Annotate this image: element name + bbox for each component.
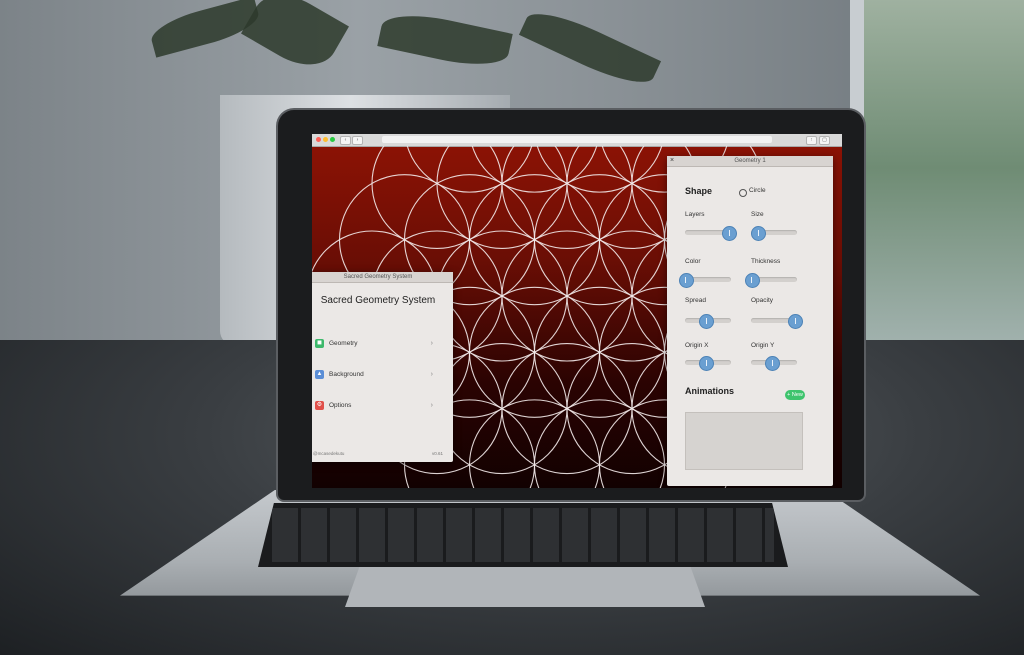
color-slider-knob[interactable] xyxy=(678,273,694,288)
version-label: v0.61 xyxy=(431,451,443,456)
thickness-label: Thickness xyxy=(751,258,781,265)
geometry-circle xyxy=(406,146,533,193)
geometry-circle xyxy=(533,399,666,488)
spread-label: Spread xyxy=(685,297,706,304)
color-slider[interactable] xyxy=(678,273,731,288)
shape-label: Shape xyxy=(685,186,713,196)
menu-item-label: Background xyxy=(329,370,364,378)
animations-list[interactable] xyxy=(685,412,803,470)
origin-y-slider-knob[interactable] xyxy=(765,356,781,371)
geometry-circle xyxy=(371,146,503,249)
size-slider-knob[interactable] xyxy=(751,226,767,241)
geometry-panel: × Geometry 1 Shape Circle Layers Size Colo… xyxy=(667,156,833,486)
maximize-dot-icon[interactable] xyxy=(330,137,335,142)
geometry-circle xyxy=(501,146,633,249)
panel-title: Geometry 1 xyxy=(734,158,766,164)
spread-slider-knob[interactable] xyxy=(699,314,715,329)
layers-slider-knob[interactable] xyxy=(722,226,738,241)
thickness-slider[interactable] xyxy=(744,273,797,288)
opacity-slider-knob[interactable] xyxy=(788,314,804,329)
opacity-label: Opacity xyxy=(751,297,774,304)
app-heading: Sacred Geometry System xyxy=(320,295,436,306)
chevron-right-icon: › xyxy=(430,370,433,378)
origin-y-slider[interactable] xyxy=(751,356,797,371)
spread-slider[interactable] xyxy=(685,314,731,329)
origin-y-label: Origin Y xyxy=(751,342,775,349)
author-link[interactable]: @mcasedekutu xyxy=(313,451,344,456)
geometry-icon: ◼ xyxy=(315,338,324,348)
layers-slider[interactable] xyxy=(685,226,738,241)
size-slider[interactable] xyxy=(751,226,797,241)
menu-item-options[interactable]: ⚙ Options › xyxy=(315,398,433,412)
laptop-screen: ‹ › ↑ ▢ × Sacred Geometry System Sacred … xyxy=(312,134,842,488)
keyboard xyxy=(258,503,788,567)
geometry-circle xyxy=(436,146,568,249)
new-animation-button[interactable]: + New xyxy=(785,390,805,400)
geometry-circle xyxy=(471,146,598,193)
panel-footer: @mcasedekutu v0.61 xyxy=(313,451,443,456)
chevron-right-icon: › xyxy=(430,401,433,409)
address-bar[interactable] xyxy=(382,136,772,143)
sacred-geometry-panel: × Sacred Geometry System Sacred Geometry… xyxy=(312,272,453,462)
origin-x-label: Origin X xyxy=(685,342,709,349)
geometry-circle xyxy=(468,399,601,488)
animations-label: Animations xyxy=(685,386,735,396)
menu-item-label: Options xyxy=(329,401,352,409)
share-button[interactable]: ↑ xyxy=(806,136,817,145)
close-icon[interactable]: × xyxy=(670,156,674,166)
minimize-dot-icon[interactable] xyxy=(323,137,328,142)
geometry-circle xyxy=(536,146,663,193)
forward-button[interactable]: › xyxy=(352,136,363,145)
thickness-slider-knob[interactable] xyxy=(744,273,760,288)
image-icon: ▲ xyxy=(315,369,324,379)
panel-titlebar[interactable]: × Sacred Geometry System xyxy=(312,272,453,283)
close-dot-icon[interactable] xyxy=(316,137,321,142)
back-button[interactable]: ‹ xyxy=(340,136,351,145)
circle-radio[interactable] xyxy=(739,189,747,197)
menu-item-background[interactable]: ▲ Background › xyxy=(315,367,433,381)
options-icon: ⚙ xyxy=(315,400,324,410)
chevron-right-icon: › xyxy=(430,339,433,347)
tabs-button[interactable]: ▢ xyxy=(819,136,830,145)
opacity-slider[interactable] xyxy=(751,314,804,329)
panel-titlebar[interactable]: × Geometry 1 xyxy=(667,156,833,167)
circle-radio-label: Circle xyxy=(749,187,766,194)
menu-item-geometry[interactable]: ◼ Geometry › xyxy=(315,336,433,350)
origin-x-slider[interactable] xyxy=(685,356,731,371)
color-label: Color xyxy=(685,258,701,265)
layers-label: Layers xyxy=(685,211,705,218)
trackpad xyxy=(345,567,705,607)
panel-title: Sacred Geometry System xyxy=(343,274,413,280)
size-label: Size xyxy=(751,211,764,218)
origin-x-slider-knob[interactable] xyxy=(699,356,715,371)
menu-item-label: Geometry xyxy=(329,339,358,347)
